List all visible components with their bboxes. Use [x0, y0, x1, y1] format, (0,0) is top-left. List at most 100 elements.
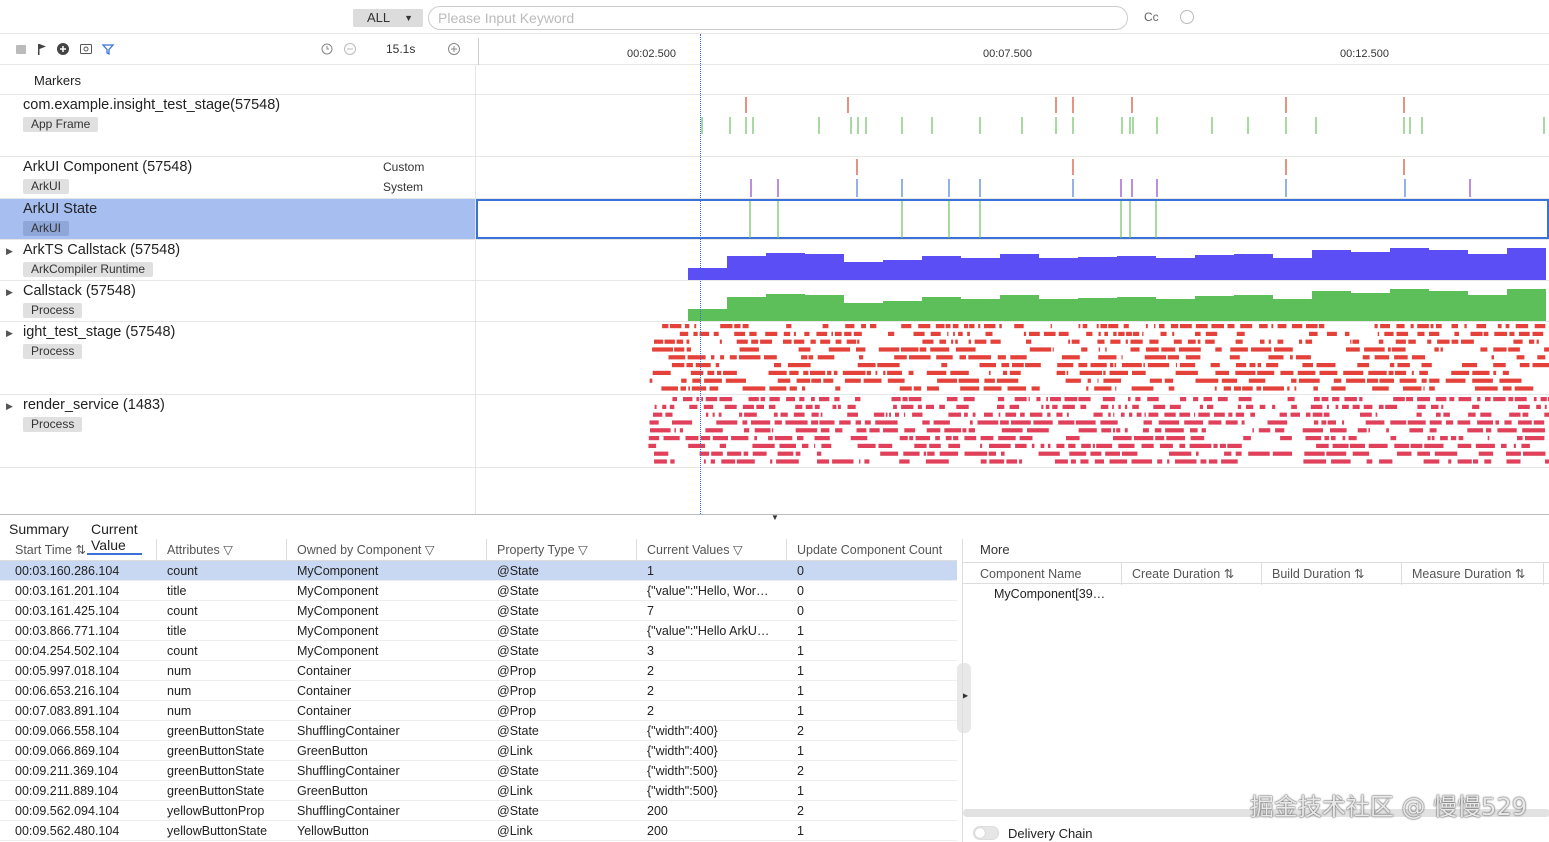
thread-slice [715, 363, 720, 368]
table-cell: count [167, 564, 198, 578]
expand-icon[interactable]: ▶ [6, 287, 13, 298]
time-ruler[interactable]: 00:02.500 00:07.500 00:12.500 [476, 34, 1549, 65]
screenshot-icon[interactable] [79, 42, 93, 56]
render-slice [1093, 412, 1103, 417]
component-name-cell[interactable]: MyComponent[39… [994, 587, 1105, 601]
thread-slice [1474, 386, 1498, 391]
table-row[interactable]: 00:03.161.201.104 title MyComponent @State {… [0, 581, 957, 601]
render-slice [989, 443, 1011, 448]
stop-icon[interactable] [14, 42, 28, 56]
thread-slice [1096, 324, 1099, 329]
lane-render-service[interactable]: ▶ render_service (1483) Process [0, 395, 1549, 468]
time-cursor[interactable] [700, 34, 701, 514]
table-row[interactable]: 00:09.562.480.104 yellowButtonState Yellow… [0, 821, 957, 841]
render-slice [1144, 412, 1146, 417]
thread-slice [1185, 355, 1201, 360]
thread-slice [901, 324, 912, 329]
col-update-count[interactable]: Update Component Count [789, 539, 957, 561]
filter-icon[interactable]: ▽ [733, 543, 743, 557]
table-cell: yellowButtonState [167, 824, 268, 838]
render-slice [674, 428, 676, 433]
col-owned-by-component[interactable]: Owned by Component ▽ [289, 539, 487, 561]
zoom-in-icon[interactable] [447, 42, 461, 56]
render-slice [1407, 420, 1426, 425]
table-cell: 00:09.066.558.104 [15, 724, 120, 738]
lane-arkui-state[interactable]: ArkUI State ArkUI [0, 199, 1549, 240]
sort-icon[interactable]: ⇅ [1224, 567, 1234, 581]
thread-slice [950, 370, 969, 375]
thread-slice [1326, 331, 1337, 336]
table-row[interactable]: 00:09.211.889.104 greenButtonState GreenBu… [0, 781, 957, 801]
thread-slice [1388, 370, 1394, 375]
lane-arkui-component[interactable]: ArkUI Component (57548) ArkUI Custom Sys… [0, 157, 1549, 199]
col-create-duration[interactable]: Create Duration ⇅ [1124, 563, 1262, 585]
render-slice [1020, 412, 1025, 417]
thread-slice [996, 378, 1019, 383]
thread-slice [1257, 370, 1275, 375]
col-property-type[interactable]: Property Type ▽ [489, 539, 637, 561]
table-row[interactable]: 00:07.083.891.104 num Container @Prop 2 1 [0, 701, 957, 721]
flag-icon[interactable] [35, 42, 49, 56]
table-row[interactable]: 00:09.066.558.104 greenButtonState Shuffli… [0, 721, 957, 741]
render-slice [802, 443, 809, 448]
lane-app-frame[interactable]: com.example.insight_test_stage(57548) Ap… [0, 95, 1549, 157]
table-row[interactable]: 00:09.562.094.104 yellowButtonProp Shuffli… [0, 801, 957, 821]
table-row[interactable]: 00:09.211.369.104 greenButtonState Shuffli… [0, 761, 957, 781]
render-slice [662, 404, 667, 409]
expand-icon[interactable]: ▶ [6, 401, 13, 412]
lane-label: ▶ ArkTS Callstack (57548) ArkCompiler Ru… [0, 240, 476, 280]
col-build-duration[interactable]: Build Duration ⇅ [1264, 563, 1402, 585]
sort-icon[interactable]: ⇅ [75, 543, 85, 557]
col-attributes[interactable]: Attributes ▽ [159, 539, 287, 561]
lane-arkts-callstack[interactable]: ▶ ArkTS Callstack (57548) ArkCompiler Ru… [0, 240, 1549, 281]
table-row[interactable]: 00:04.254.502.104 count MyComponent @State 3… [0, 641, 957, 661]
col-start-time[interactable]: Start Time ⇅ [7, 539, 157, 561]
add-marker-icon[interactable] [56, 42, 70, 56]
collapse-icon[interactable]: ▼ [771, 513, 779, 522]
filter-icon[interactable]: ▽ [425, 543, 435, 557]
col-measure-duration[interactable]: Measure Duration ⇅ [1404, 563, 1544, 585]
case-sensitive-toggle[interactable]: Cc [1144, 10, 1159, 24]
render-slice [980, 443, 983, 448]
render-slice [1056, 443, 1065, 448]
table-row[interactable]: 00:03.160.286.104 count MyComponent @State 1… [0, 561, 957, 581]
render-slice [811, 397, 815, 402]
delivery-chain-toggle[interactable] [973, 826, 999, 840]
col-current-values[interactable]: Current Values ▽ [639, 539, 787, 561]
render-slice [1154, 428, 1162, 433]
reset-zoom-icon[interactable] [320, 42, 334, 56]
render-slice [1509, 412, 1521, 417]
thread-slice [1260, 339, 1265, 344]
thread-slice [1476, 324, 1487, 329]
history-icon[interactable] [1180, 10, 1194, 24]
filter-icon[interactable]: ▽ [223, 543, 233, 557]
table-row[interactable]: 00:06.653.216.104 num Container @Prop 2 1 [0, 681, 957, 701]
col-label: Component Name [980, 567, 1082, 581]
scope-dropdown[interactable]: ALL ▼ [353, 9, 423, 27]
thread-slice [777, 378, 791, 383]
render-slice [1015, 443, 1027, 448]
lane-test-stage-process[interactable]: ▶ ight_test_stage (57548) Process [0, 322, 1549, 395]
table-row[interactable]: 00:03.161.425.104 count MyComponent @State 7… [0, 601, 957, 621]
table-row[interactable]: 00:09.066.869.104 greenButtonState GreenBu… [0, 741, 957, 761]
tab-summary[interactable]: Summary [5, 521, 73, 537]
lane-markers[interactable]: Markers [0, 65, 1549, 95]
zoom-out-icon[interactable] [343, 42, 357, 56]
col-component-name[interactable]: Component Name [972, 563, 1122, 585]
table-cell: ShufflingContainer [297, 724, 400, 738]
render-slice [946, 397, 958, 402]
render-slice [814, 443, 816, 448]
expand-icon[interactable]: ▶ [6, 328, 13, 339]
expand-icon[interactable]: ▶ [6, 246, 13, 257]
render-slice [953, 436, 959, 441]
search-input[interactable] [428, 6, 1128, 30]
table-row[interactable]: 00:05.997.018.104 num Container @Prop 2 1 [0, 661, 957, 681]
thread-slice [1210, 363, 1220, 368]
sort-icon[interactable]: ⇅ [1515, 567, 1525, 581]
filter-icon[interactable]: ▽ [578, 543, 588, 557]
filter-icon[interactable] [101, 42, 115, 56]
table-row[interactable]: 00:03.866.771.104 title MyComponent @State {… [0, 621, 957, 641]
thread-slice [899, 386, 912, 391]
lane-callstack[interactable]: ▶ Callstack (57548) Process [0, 281, 1549, 322]
sort-icon[interactable]: ⇅ [1354, 567, 1364, 581]
